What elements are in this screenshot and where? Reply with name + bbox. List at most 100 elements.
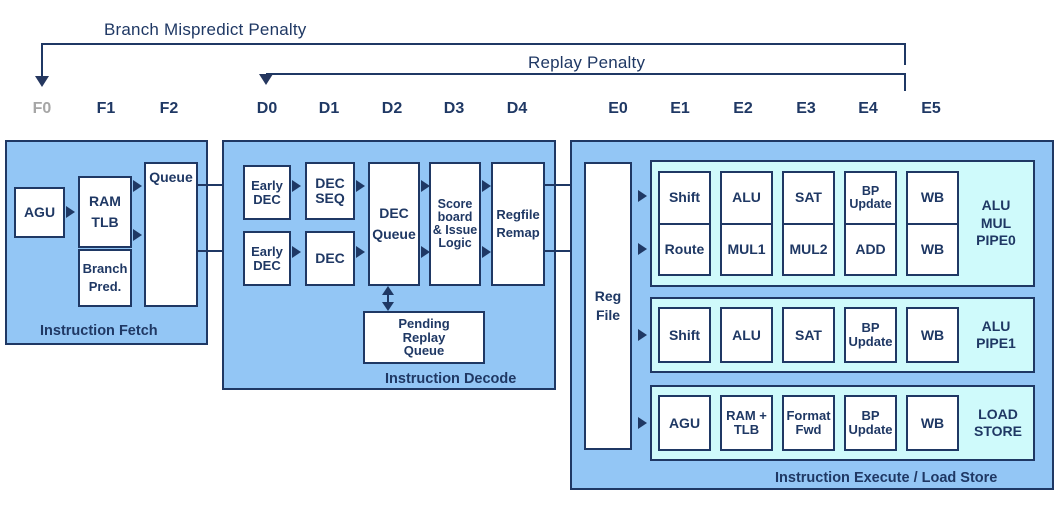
- replay-penalty-arrow: [259, 74, 273, 85]
- scoreboard-line1: Score: [437, 196, 473, 211]
- stage-label-e1: E1: [670, 100, 690, 117]
- pipe0-alu-cell: ALU: [732, 189, 761, 206]
- pipe0-add-cell: ADD: [846, 222, 895, 275]
- branch-mispredict-penalty-line: [42, 43, 906, 45]
- alu-mul-pipe0-label: ALU MUL PIPE0: [976, 197, 1016, 249]
- stage-label-f1: F1: [96, 100, 116, 117]
- decode-early-bot-line2: DEC: [253, 257, 281, 273]
- pipe1-alu-box: ALU: [720, 307, 773, 363]
- branch-mispredict-penalty-label: Branch Mispredict Penalty: [104, 20, 307, 39]
- arrow-scoreboard-to-regfile-top: [482, 180, 491, 192]
- stage-label-d1: D1: [318, 100, 340, 117]
- arrow-earlydec-bot-to-dec: [292, 246, 301, 258]
- stage-label-e4: E4: [858, 100, 878, 117]
- scoreboard-line2: board: [437, 209, 473, 224]
- arrow-regfile-to-pipe1: [638, 329, 647, 341]
- replay-penalty-right-tick: [904, 73, 906, 91]
- pipe0-col-bpupdate-add: BP Update ADD: [844, 171, 897, 276]
- decode-early-top-line2: DEC: [253, 191, 281, 207]
- stage-label-d0: D0: [256, 100, 278, 117]
- scoreboard-line4: Logic: [438, 236, 472, 251]
- decode-dec-seq-line1: DEC: [315, 175, 345, 192]
- pipe0-col-wb-wb: WB WB: [906, 171, 959, 276]
- fetch-ram-tlb-box: RAM TLB: [78, 176, 132, 248]
- loadstore-wb-box: WB: [906, 395, 959, 451]
- pipeline-diagram: Branch Mispredict Penalty Replay Penalty…: [0, 0, 1060, 515]
- decode-dec-box: DEC: [305, 231, 355, 286]
- loadstore-format-fwd-box: Format Fwd: [782, 395, 835, 451]
- loadstore-bp-update-box: BP Update: [844, 395, 897, 451]
- scoreboard-line3: & Issue: [432, 223, 478, 237]
- arrow-earlydec-top-to-decseq: [292, 180, 301, 192]
- pipe0-route-cell: Route: [660, 222, 709, 275]
- decode-dec-queue-line2: Queue: [372, 226, 416, 242]
- stage-label-e2: E2: [733, 100, 753, 117]
- loadstore-ram-tlb-box: RAM + TLB: [720, 395, 773, 451]
- arrow-scoreboard-to-regfile-bottom: [482, 246, 491, 258]
- pipe0-shift-cell: Shift: [668, 189, 701, 206]
- arrow-regfile-to-pipe0-top: [638, 190, 647, 202]
- stage-label-e0: E0: [608, 100, 628, 117]
- arrow-regfile-to-loadstore: [638, 417, 647, 429]
- stage-label-d3: D3: [443, 100, 465, 117]
- fetch-ram-label: RAM: [89, 193, 121, 210]
- execute-reg-file-box: Reg File: [584, 162, 632, 450]
- pipe0-wb-bottom-cell: WB: [908, 222, 957, 275]
- branch-mispredict-penalty-right-tick: [904, 43, 906, 65]
- pipe0-mul2-cell: MUL2: [784, 222, 833, 275]
- stage-label-d4: D4: [506, 100, 528, 117]
- pipe0-col-shift-route: Shift Route: [658, 171, 711, 276]
- arrow-pendingreplay-to-decqueue: [382, 286, 394, 295]
- fetch-branch-predictor-box: Branch Pred.: [78, 249, 132, 307]
- pipe1-wb-box: WB: [906, 307, 959, 363]
- fetch-agu-box: AGU: [14, 187, 65, 238]
- pipe0-col-alu-mul1: ALU MUL1: [720, 171, 773, 276]
- arrow-dec-to-decqueue: [356, 246, 365, 258]
- load-store-label: LOAD STORE: [974, 405, 1022, 440]
- pending-replay-line2: Replay: [402, 329, 446, 345]
- branch-mispredict-penalty-left-stem: [41, 43, 43, 78]
- decode-early-top-line1: Early: [251, 177, 283, 193]
- arrow-agu-to-ramtlb: [66, 206, 75, 218]
- pipe1-shift-box: Shift: [658, 307, 711, 363]
- decode-dec-queue-line1: DEC: [379, 205, 409, 222]
- decode-pending-replay-queue-box: Pending Replay Queue: [363, 311, 485, 364]
- stage-label-e5: E5: [921, 100, 941, 117]
- fetch-queue-box: Queue: [144, 162, 198, 307]
- fetch-branch-label: Branch: [82, 261, 128, 277]
- arrow-decseq-to-decqueue: [356, 180, 365, 192]
- reg-file-line2: File: [595, 307, 621, 323]
- pipe0-col-sat-mul2: SAT MUL2: [782, 171, 835, 276]
- arrow-ramtlb-to-queue-top: [133, 180, 142, 192]
- decode-early-bot-line1: Early: [251, 243, 283, 259]
- branch-mispredict-penalty-arrow: [35, 76, 49, 87]
- decode-regfile-remap-box: Regfile Remap: [491, 162, 545, 286]
- pipe1-bp-update-box: BP Update: [844, 307, 897, 363]
- pipe0-wb-top-cell: WB: [920, 189, 945, 206]
- arrow-regfile-to-pipe0-bottom: [638, 243, 647, 255]
- pending-replay-line3: Queue: [403, 343, 445, 359]
- decode-scoreboard-issue-logic-box: Score board & Issue Logic: [429, 162, 481, 286]
- stage-label-e3: E3: [796, 100, 816, 117]
- decode-early-dec-bottom-box: Early DEC: [243, 231, 291, 286]
- decode-dec-seq-line2: SEQ: [315, 190, 345, 206]
- pipe0-sat-cell: SAT: [795, 189, 822, 206]
- pipe0-bp-update-cell: BP Update: [849, 183, 892, 211]
- instruction-execute-title: Instruction Execute / Load Store: [775, 470, 998, 486]
- pipe1-sat-box: SAT: [782, 307, 835, 363]
- instruction-decode-title: Instruction Decode: [385, 371, 517, 387]
- arrow-decqueue-to-pendingreplay: [382, 302, 394, 311]
- stage-label-f2: F2: [159, 100, 179, 117]
- replay-penalty-line: [266, 73, 906, 75]
- pending-replay-line1: Pending: [398, 315, 450, 331]
- instruction-fetch-title: Instruction Fetch: [40, 323, 158, 339]
- decode-early-dec-top-box: Early DEC: [243, 165, 291, 220]
- stage-label-d2: D2: [381, 100, 403, 117]
- reg-file-line1: Reg: [594, 288, 622, 305]
- fetch-tlb-label: TLB: [91, 214, 119, 230]
- pipe0-mul1-cell: MUL1: [722, 222, 771, 275]
- regfile-remap-line1: Regfile: [496, 207, 540, 223]
- decode-dec-seq-box: DEC SEQ: [305, 162, 355, 220]
- decode-dec-queue-box: DEC Queue: [368, 162, 420, 286]
- replay-penalty-label: Replay Penalty: [528, 53, 646, 72]
